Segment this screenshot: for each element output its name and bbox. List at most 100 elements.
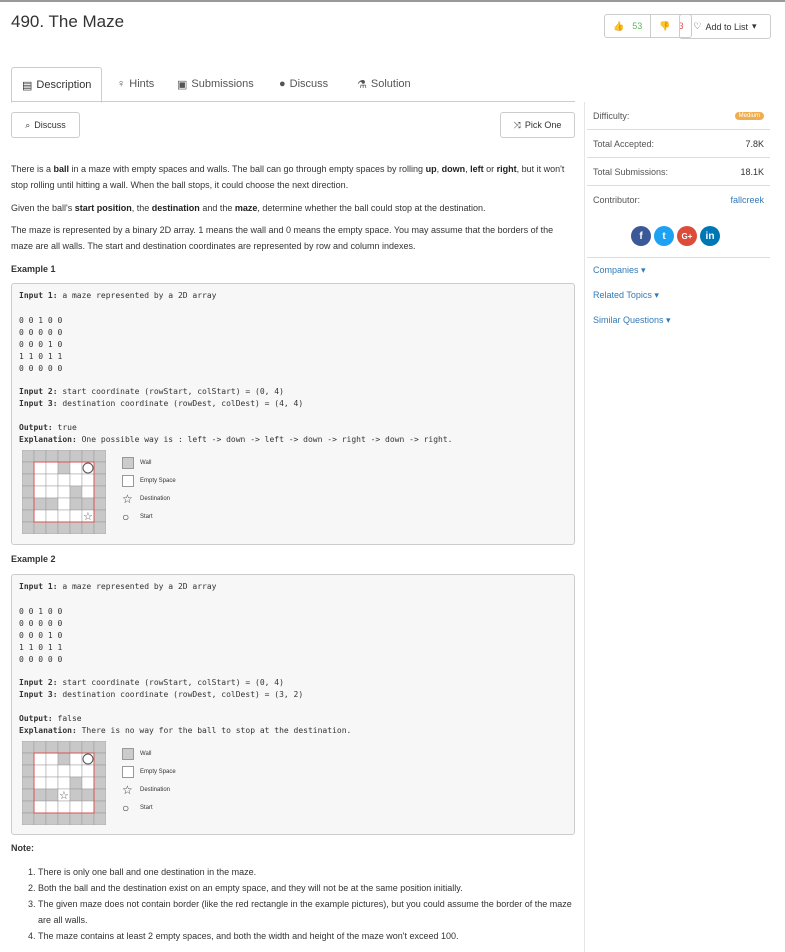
tab-discuss[interactable]: ● Discuss [279,67,328,101]
example-explanation: Explanation: There is no way for the bal… [19,726,352,735]
maze-wall-cell [93,461,106,475]
maze-wall-cell [93,497,106,511]
pick-one-button[interactable]: ⤨ Pick One [500,112,575,138]
linkedin-icon[interactable]: in [700,226,720,246]
maze-wall-cell [69,485,83,499]
legend-empty: Empty Space [122,763,176,781]
tab-submissions[interactable]: ▣ Submissions [177,67,254,101]
companies-link[interactable]: Companies ▾ [593,265,646,276]
chat-icon: ⌕ [25,119,31,130]
maze-wall-cell [93,450,106,463]
tab-label: Hints [129,78,155,90]
tab-description[interactable]: ▤ Description [11,67,103,103]
maze-wall-cell [69,741,83,754]
star-icon: ☆ [122,492,133,506]
maze-empty-cell [45,509,59,523]
description-paragraph-2: Given the ball's start position, the des… [11,203,486,213]
add-to-list-button[interactable]: ♡ Add to List ▾ [679,14,771,39]
maze-empty-cell [57,776,71,790]
maze-wall-cell [69,521,83,534]
maze-wall-cell [45,521,59,534]
maze-wall-cell [22,800,35,814]
example-output: Output: false [19,714,82,723]
contributor-link[interactable]: fallcreek [730,195,764,205]
tab-bar: ▤ Description ♀ Hints ▣ Submissions ● Discus… [11,67,575,103]
twitter-icon[interactable]: t [654,226,674,246]
maze-wall-cell [33,497,47,511]
maze-wall-cell [93,752,106,766]
upvote-button[interactable]: 👍 53 [605,15,652,37]
maze-wall-cell [69,497,83,511]
maze-wall-cell [33,521,47,534]
thumbs-down-icon: 👎 [659,20,671,31]
maze-wall-cell [33,788,47,802]
maze-wall-cell [81,741,95,754]
maze-wall-cell [33,812,47,825]
maze-wall-cell [33,741,47,754]
maze-empty-cell [81,776,95,790]
maze-wall-cell [69,812,83,825]
maze-wall-cell [57,521,71,534]
tab-hints[interactable]: ♀ Hints [117,67,154,101]
maze-empty-cell [81,800,95,814]
maze-empty-cell [57,473,71,487]
note-item: 1. There is only one ball and one destina… [28,867,257,877]
maze-wall-cell [22,812,35,825]
add-to-list-label: Add to List [705,21,749,32]
maze-empty-cell [33,485,47,499]
example-input-1: Input 1: a maze represented by a 2D arra… [19,582,217,591]
maze-empty-cell [45,764,59,778]
difficulty-badge: Medium [734,111,764,120]
example-2-block: Input 1: a maze represented by a 2D arra… [11,574,575,835]
maze-wall-cell [69,788,83,802]
maze-wall-cell [93,776,106,790]
caret-down-icon: ▾ [752,21,757,31]
maze-empty-cell [33,764,47,778]
related-topics-link[interactable]: Related Topics ▾ [593,290,659,301]
maze-diagram: ☆ [22,741,106,825]
legend-destination: ☆ Destination [122,783,171,797]
maze-wall-cell [45,450,59,463]
example-input-3: Input 3: destination coordinate (rowDest… [19,399,304,408]
maze-wall-cell [57,812,71,825]
maze-wall-cell [33,450,47,463]
maze-wall-cell [57,461,71,475]
maze-empty-cell [33,776,47,790]
maze-empty-cell [69,764,83,778]
legend-start: ○ Start [122,801,153,815]
maze-empty-cell [69,461,83,475]
maze-empty-cell [57,509,71,523]
note-list: 1. There is only one ball and one destina… [28,864,573,944]
maze-wall-cell [22,521,35,534]
discuss-button[interactable]: ⌕ Discuss [11,112,80,138]
thumbs-up-icon: 👍 [613,20,625,31]
discuss-label: Discuss [34,120,66,130]
maze-empty-cell [69,473,83,487]
maze-wall-cell [93,800,106,814]
example-output: Output: true [19,423,77,432]
maze-wall-cell [45,812,59,825]
tab-solution[interactable]: ⚗ Solution [357,67,411,101]
description-paragraph-3: The maze is represented by a binary 2D a… [11,225,554,251]
destination-marker: ☆ [59,790,69,802]
similar-questions-link[interactable]: Similar Questions ▾ [593,315,671,326]
maze-wall-cell [22,461,35,475]
maze-wall-cell [22,752,35,766]
maze-empty-cell [33,509,47,523]
google-plus-icon[interactable]: G+ [677,226,697,246]
pick-one-label: Pick One [524,120,562,130]
maze-wall-cell [93,473,106,487]
note-item: 4. The maze contains at least 2 empty spa… [28,931,459,941]
maze-diagram: ☆ [22,450,106,534]
note-item: 2. Both the ball and the destination exis… [28,883,463,893]
maze-wall-cell [93,509,106,523]
maze-wall-cell [57,450,71,463]
start-marker [82,753,94,765]
destination-marker: ☆ [83,511,93,523]
maze-empty-cell [45,461,59,475]
maze-empty-cell [45,473,59,487]
difficulty-row: Difficulty: Medium [587,102,770,130]
upvote-count: 53 [632,21,643,31]
tab-label: Solution [370,78,411,90]
facebook-icon[interactable]: f [631,226,651,246]
